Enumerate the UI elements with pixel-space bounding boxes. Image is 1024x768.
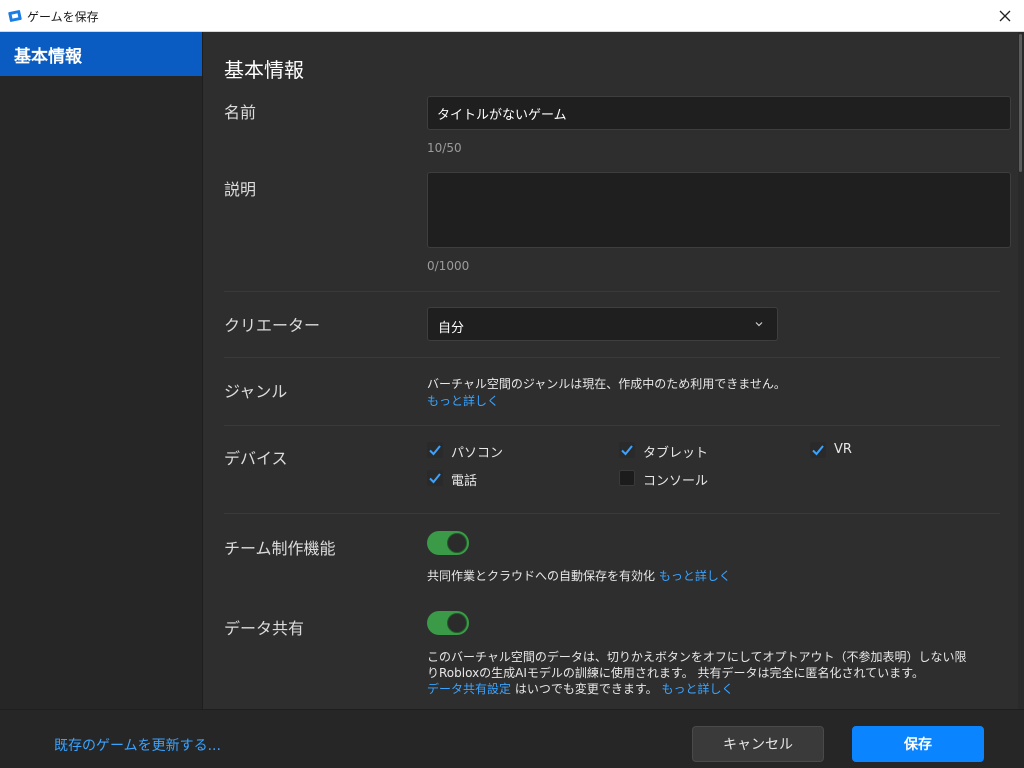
device-pc-label: パソコン — [451, 446, 504, 461]
creator-dropdown[interactable]: 自分 — [427, 307, 778, 341]
team-create-toggle[interactable] — [427, 531, 469, 555]
scrollbar-thumb[interactable] — [1019, 34, 1022, 172]
data-sharing-text-line2: りRobloxの生成AIモデルの訓練に使用されます。 共有データは完全に匿名化さ… — [427, 666, 924, 680]
device-phone-checkbox[interactable] — [427, 470, 443, 486]
title-bar: ゲームを保存 — [0, 0, 1024, 32]
checkmark-icon — [429, 445, 441, 456]
main-panel — [203, 32, 1018, 709]
description-char-counter: 0/1000 — [427, 259, 470, 273]
data-sharing-toggle[interactable] — [427, 611, 469, 635]
sidebar-item-basic-info[interactable]: 基本情報 — [0, 32, 202, 76]
toggle-knob — [447, 613, 467, 633]
name-char-counter: 10/50 — [427, 141, 462, 155]
checkmark-icon — [621, 445, 633, 456]
device-tablet-checkbox[interactable] — [619, 442, 635, 458]
close-icon — [999, 10, 1011, 22]
data-sharing-change-text: はいつでも変更できます。 — [511, 682, 658, 696]
device-vr-checkbox[interactable] — [810, 442, 826, 458]
data-sharing-settings-link[interactable]: データ共有設定 — [427, 682, 511, 696]
divider — [224, 425, 1000, 426]
team-create-learn-more-link[interactable]: もっと詳しく — [659, 569, 731, 583]
divider — [224, 357, 1000, 358]
sidebar: 基本情報 — [0, 32, 203, 709]
divider — [224, 291, 1000, 292]
creator-selected-value: 自分 — [438, 321, 465, 336]
device-phone-label: 電話 — [451, 474, 478, 489]
device-console-checkbox[interactable] — [619, 470, 635, 486]
data-sharing-text-line1: このバーチャル空間のデータは、切りかえボタンをオフにしてオプトアウト（不参加表明… — [427, 650, 967, 664]
close-button[interactable] — [986, 0, 1024, 32]
checkmark-icon — [429, 473, 441, 484]
window-title: ゲームを保存 — [27, 10, 99, 24]
genre-learn-more-link[interactable]: もっと詳しく — [427, 393, 499, 409]
save-button[interactable]: 保存 — [852, 726, 984, 762]
device-console-label: コンソール — [643, 474, 709, 489]
chevron-down-icon — [755, 322, 763, 327]
creator-label: クリエーター — [224, 316, 321, 335]
description-input[interactable] — [427, 172, 1011, 248]
genre-unavailable-text: バーチャル空間のジャンルは現在、作成中のため利用できません。 — [427, 377, 786, 391]
team-create-text: 共同作業とクラウドへの自動保存を有効化 — [427, 569, 656, 583]
team-create-description: 共同作業とクラウドへの自動保存を有効化 もっと詳しく — [427, 568, 731, 584]
description-label: 説明 — [224, 180, 257, 199]
device-vr-label: VR — [834, 442, 852, 457]
section-title: 基本情報 — [224, 58, 304, 82]
toggle-knob — [447, 533, 467, 553]
roblox-studio-icon — [8, 10, 22, 22]
cancel-button[interactable]: キャンセル — [692, 726, 824, 762]
checkmark-icon — [812, 445, 824, 456]
name-input[interactable] — [427, 96, 1011, 130]
update-existing-game-link[interactable]: 既存のゲームを更新する... — [54, 735, 221, 755]
divider — [224, 513, 1000, 514]
data-sharing-learn-more-link[interactable]: もっと詳しく — [661, 682, 733, 696]
device-pc-checkbox[interactable] — [427, 442, 443, 458]
name-label: 名前 — [224, 103, 257, 122]
genre-label: ジャンル — [224, 382, 288, 401]
data-sharing-text-line3: データ共有設定 はいつでも変更できます。 もっと詳しく — [427, 681, 733, 697]
data-sharing-label: データ共有 — [224, 619, 305, 638]
device-tablet-label: タブレット — [643, 446, 709, 461]
team-create-label: チーム制作機能 — [224, 539, 336, 558]
devices-label: デバイス — [224, 449, 288, 468]
